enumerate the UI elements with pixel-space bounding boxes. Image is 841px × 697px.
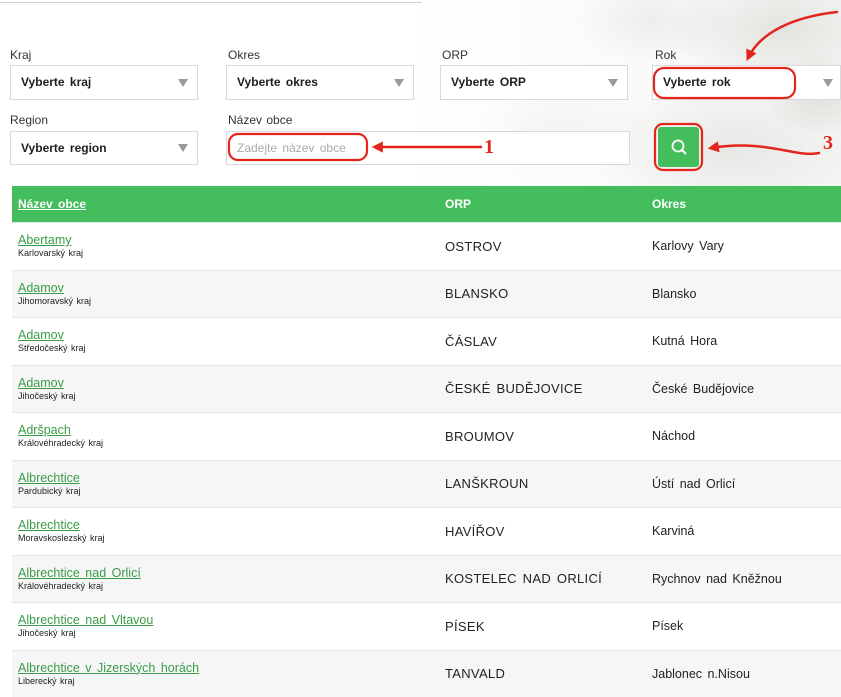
okres-label: Okres xyxy=(228,48,261,62)
orp-cell: HAVÍŘOV xyxy=(445,523,505,539)
okres-cell: Písek xyxy=(652,619,684,634)
okres-cell: Kutná Hora xyxy=(652,334,718,349)
page: Kraj Vyberte kraj Okres Vyberte okres OR… xyxy=(0,0,841,697)
okres-select[interactable]: Vyberte okres xyxy=(226,65,414,100)
sort-by-nazev-obce-link[interactable]: Název obce xyxy=(18,197,86,211)
municipality-cell: Adršpach Královéhradecký kraj xyxy=(12,423,439,449)
municipality-cell: Adamov Středočeský kraj xyxy=(12,328,439,354)
kraj-label: Kraj xyxy=(10,48,32,62)
municipality-table: Název obce ORP Okres Abertamy Karlovarsk… xyxy=(12,186,841,697)
orp-cell: TANVALD xyxy=(445,666,506,682)
table-row: Adamov Jihočeský kraj ČESKÉ BUDĚJOVICE Č… xyxy=(12,364,841,412)
municipality-region: Středočeský kraj xyxy=(18,343,86,354)
okres-cell: Ústí nad Orlicí xyxy=(652,476,736,491)
municipality-cell: Albrechtice Moravskoslezský kraj xyxy=(12,518,439,544)
table-row: Albrechtice Moravskoslezský kraj HAVÍŘOV… xyxy=(12,507,841,555)
municipality-region: Královéhradecký kraj xyxy=(18,438,104,449)
annotation-step-3: 3 xyxy=(823,132,833,154)
municipality-region: Jihomoravský kraj xyxy=(18,295,92,306)
triangle-down-icon xyxy=(178,144,188,152)
orp-cell: ČESKÉ BUDĚJOVICE xyxy=(445,381,583,397)
rok-label: Rok xyxy=(655,48,677,62)
column-header-okres: Okres xyxy=(652,197,687,211)
orp-cell: BLANSKO xyxy=(445,286,509,302)
municipality-link[interactable]: Adamov xyxy=(18,328,439,342)
triangle-down-icon xyxy=(823,79,833,87)
column-header-orp: ORP xyxy=(445,197,472,211)
municipality-link[interactable]: Albrechtice v Jizerských horách xyxy=(18,661,439,675)
top-divider xyxy=(0,2,422,3)
column-header-nazev-obce: Název obce xyxy=(12,195,439,213)
municipality-region: Karlovarský kraj xyxy=(18,248,84,259)
okres-cell: Rychnov nad Kněžnou xyxy=(652,571,782,586)
orp-cell: PÍSEK xyxy=(445,618,485,634)
orp-select[interactable]: Vyberte ORP xyxy=(440,65,628,100)
municipality-cell: Adamov Jihomoravský kraj xyxy=(12,281,439,307)
municipality-link[interactable]: Albrechtice xyxy=(18,471,439,485)
municipality-cell: Albrechtice nad Vltavou Jihočeský kraj xyxy=(12,613,439,639)
table-row: Adamov Středočeský kraj ČÁSLAV Kutná Hor… xyxy=(12,317,841,365)
municipality-link[interactable]: Albrechtice nad Orlicí xyxy=(18,566,439,580)
municipality-cell: Adamov Jihočeský kraj xyxy=(12,376,439,402)
rok-select[interactable]: Vyberte rok xyxy=(652,65,841,100)
municipality-region: Jihočeský kraj xyxy=(18,628,76,639)
orp-label: ORP xyxy=(442,48,469,62)
orp-select-value: Vyberte ORP xyxy=(451,75,526,89)
okres-select-value: Vyberte okres xyxy=(237,75,318,89)
table-row: Albrechtice nad Vltavou Jihočeský kraj P… xyxy=(12,602,841,650)
table-row: Adamov Jihomoravský kraj BLANSKO Blansko xyxy=(12,269,841,317)
orp-cell: OSTROV xyxy=(445,238,502,254)
triangle-down-icon xyxy=(608,79,618,87)
municipality-cell: Albrechtice Pardubický kraj xyxy=(12,471,439,497)
table-header: Název obce ORP Okres xyxy=(12,186,841,222)
triangle-down-icon xyxy=(178,79,188,87)
municipality-link[interactable]: Adršpach xyxy=(18,423,439,437)
region-select[interactable]: Vyberte region xyxy=(10,131,198,165)
nazev-obce-input[interactable] xyxy=(226,131,630,165)
municipality-region: Pardubický kraj xyxy=(18,485,81,496)
table-row: Albrechtice Pardubický kraj LANŠKROUN Ús… xyxy=(12,459,841,507)
okres-cell: Náchod xyxy=(652,429,696,444)
municipality-cell: Albrechtice nad Orlicí Královéhradecký k… xyxy=(12,566,439,592)
okres-cell: Jablonec n.Nisou xyxy=(652,666,750,681)
search-icon xyxy=(671,139,686,155)
orp-cell: LANŠKROUN xyxy=(445,476,529,492)
rok-select-value: Vyberte rok xyxy=(663,75,731,89)
annotation-step-1: 1 xyxy=(484,136,494,158)
kraj-select[interactable]: Vyberte kraj xyxy=(10,65,198,100)
municipality-link[interactable]: Abertamy xyxy=(18,233,439,247)
municipality-cell: Abertamy Karlovarský kraj xyxy=(12,233,439,259)
municipality-region: Liberecký kraj xyxy=(18,675,75,686)
municipality-cell: Albrechtice v Jizerských horách Libereck… xyxy=(12,661,439,687)
municipality-region: Jihočeský kraj xyxy=(18,390,76,401)
orp-cell: BROUMOV xyxy=(445,428,515,444)
okres-cell: Blansko xyxy=(652,286,697,301)
region-select-value: Vyberte region xyxy=(21,141,107,155)
municipality-region: Královéhradecký kraj xyxy=(18,580,104,591)
kraj-select-value: Vyberte kraj xyxy=(21,75,92,89)
orp-cell: ČÁSLAV xyxy=(445,333,498,349)
triangle-down-icon xyxy=(394,79,404,87)
municipality-link[interactable]: Albrechtice nad Vltavou xyxy=(18,613,439,627)
region-label: Region xyxy=(10,113,49,127)
municipality-link[interactable]: Adamov xyxy=(18,376,439,390)
okres-cell: České Budějovice xyxy=(652,381,755,396)
okres-cell: Karviná xyxy=(652,524,695,539)
orp-cell: KOSTELEC NAD ORLICÍ xyxy=(445,571,603,587)
municipality-region: Moravskoslezský kraj xyxy=(18,533,105,544)
table-row: Albrechtice nad Orlicí Královéhradecký k… xyxy=(12,554,841,602)
municipality-link[interactable]: Albrechtice xyxy=(18,518,439,532)
table-row: Albrechtice v Jizerských horách Libereck… xyxy=(12,649,841,697)
nazev-obce-label: Název obce xyxy=(228,113,293,127)
table-row: Adršpach Královéhradecký kraj BROUMOV Ná… xyxy=(12,412,841,460)
municipality-link[interactable]: Adamov xyxy=(18,281,439,295)
okres-cell: Karlovy Vary xyxy=(652,239,724,254)
search-button[interactable] xyxy=(658,127,699,167)
table-row: Abertamy Karlovarský kraj OSTROV Karlovy… xyxy=(12,222,841,270)
